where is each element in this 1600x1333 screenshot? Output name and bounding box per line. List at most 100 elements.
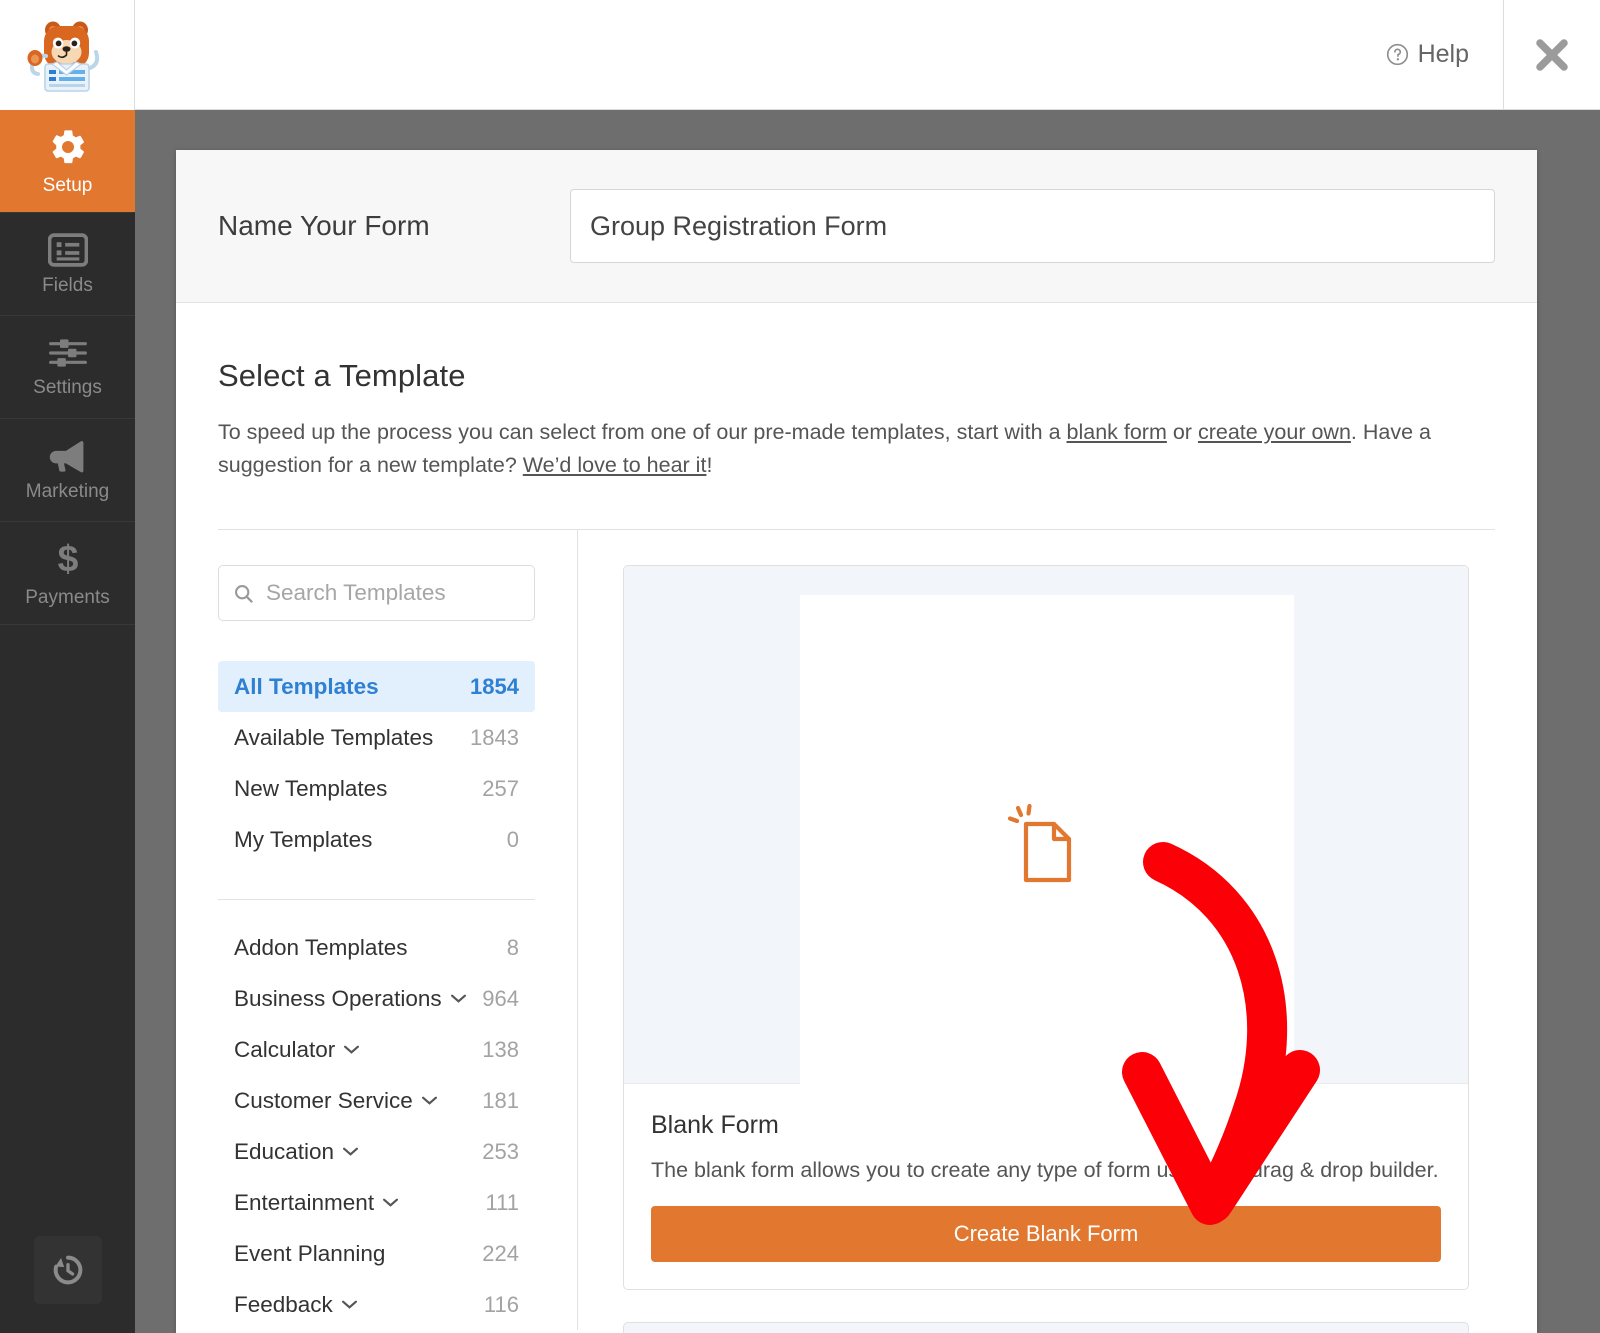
category-count: 1843 [470, 725, 519, 751]
sidebar-item-payments[interactable]: $ Payments [0, 522, 135, 625]
category-label: New Templates [234, 776, 387, 802]
blank-form-link[interactable]: blank form [1067, 420, 1167, 444]
category-entertainment[interactable]: Entertainment 111 [218, 1177, 535, 1228]
gear-icon [48, 127, 88, 167]
form-name-bar: Name Your Form [176, 150, 1537, 303]
category-label: Business Operations [234, 986, 442, 1012]
chevron-down-icon[interactable] [342, 1300, 357, 1309]
search-input[interactable] [266, 580, 511, 606]
question-circle-icon [1386, 43, 1409, 66]
category-label: Customer Service [234, 1088, 413, 1114]
category-label: Entertainment [234, 1190, 374, 1216]
category-feedback[interactable]: Feedback 116 [218, 1279, 535, 1330]
category-my-templates[interactable]: My Templates 0 [218, 814, 535, 865]
chevron-down-icon[interactable] [344, 1045, 359, 1054]
category-count: 0 [507, 827, 519, 853]
category-label: Available Templates [234, 725, 433, 751]
page-title: Select a Template [218, 358, 1495, 394]
category-count: 224 [482, 1241, 519, 1267]
template-chooser: Select a Template To speed up the proces… [176, 303, 1537, 1330]
category-education[interactable]: Education 253 [218, 1126, 535, 1177]
desc-text-1: To speed up the process you can select f… [218, 420, 1067, 444]
sidebar-item-label: Payments [25, 588, 109, 607]
category-new-templates[interactable]: New Templates 257 [218, 763, 535, 814]
megaphone-icon [47, 439, 89, 473]
category-count: 8 [507, 935, 519, 961]
template-card-blank-form[interactable]: Blank Form The blank form allows you to … [623, 565, 1469, 1290]
create-your-own-link[interactable]: create your own [1198, 420, 1351, 444]
category-label: Event Planning [234, 1241, 385, 1267]
wpforms-bear-logo-icon [24, 16, 110, 94]
category-count: 253 [482, 1139, 519, 1165]
template-card-description: The blank form allows you to create any … [651, 1158, 1441, 1183]
chooser-columns: All Templates 1854 Available Templates 1… [218, 530, 1495, 1330]
primary-category-list: All Templates 1854 Available Templates 1… [218, 661, 535, 865]
list-icon [48, 233, 88, 267]
close-builder-button[interactable] [1504, 0, 1600, 110]
category-label: My Templates [234, 827, 372, 853]
search-icon [233, 583, 254, 604]
sidebar-item-settings[interactable]: Settings [0, 316, 135, 419]
chevron-down-icon[interactable] [422, 1096, 437, 1105]
sidebar-item-label: Marketing [26, 482, 109, 501]
header-actions: Help [1386, 0, 1600, 110]
create-blank-form-button[interactable]: Create Blank Form [651, 1206, 1441, 1262]
dollar-icon: $ [54, 539, 82, 579]
category-business-operations[interactable]: Business Operations 964 [218, 973, 535, 1024]
category-label: Feedback [234, 1292, 333, 1318]
chevron-down-icon[interactable] [451, 994, 466, 1003]
category-label: Calculator [234, 1037, 335, 1063]
category-count: 111 [486, 1190, 519, 1216]
category-available-templates[interactable]: Available Templates 1843 [218, 712, 535, 763]
category-divider [218, 899, 535, 900]
category-label: All Templates [234, 674, 379, 700]
sidebar-item-label: Setup [43, 176, 93, 195]
category-event-planning[interactable]: Event Planning 224 [218, 1228, 535, 1279]
sidebar-item-marketing[interactable]: Marketing [0, 419, 135, 522]
template-categories-panel: All Templates 1854 Available Templates 1… [218, 530, 578, 1330]
sliders-icon [47, 337, 89, 369]
category-label: Addon Templates [234, 935, 407, 961]
template-card-info: Blank Form The blank form allows you to … [624, 1084, 1468, 1289]
revision-history-button[interactable] [34, 1236, 102, 1304]
sidebar-item-label: Fields [42, 276, 93, 295]
sidebar-item-fields[interactable]: Fields [0, 213, 135, 316]
category-count: 181 [482, 1088, 519, 1114]
category-label: Education [234, 1139, 334, 1165]
category-calculator[interactable]: Calculator 138 [218, 1024, 535, 1075]
select-template-modal: Name Your Form Select a Template To spee… [176, 150, 1537, 1333]
chevron-down-icon[interactable] [383, 1198, 398, 1207]
help-label: Help [1418, 40, 1469, 69]
wpforms-builder-screen: Help Setup [0, 0, 1600, 1333]
category-all-templates[interactable]: All Templates 1854 [218, 661, 535, 712]
category-addon-templates[interactable]: Addon Templates 8 [218, 922, 535, 973]
help-button[interactable]: Help [1386, 0, 1504, 110]
template-card-title: Blank Form [651, 1111, 1441, 1140]
category-count: 116 [484, 1292, 519, 1318]
suggestion-link[interactable]: We’d love to hear it [523, 453, 707, 477]
category-customer-service[interactable]: Customer Service 181 [218, 1075, 535, 1126]
revision-history-icon [49, 1251, 87, 1289]
category-count: 1854 [470, 674, 519, 700]
desc-text-2: or [1167, 420, 1198, 444]
top-header-bar: Help [0, 0, 1600, 110]
builder-sidebar: Setup Fields [0, 110, 135, 1333]
sidebar-item-setup[interactable]: Setup [0, 110, 135, 213]
secondary-category-list: Addon Templates 8 Business Operations 96… [218, 922, 535, 1330]
template-grid: Blank Form The blank form allows you to … [578, 530, 1495, 1330]
svg-text:$: $ [57, 539, 78, 579]
wpforms-logo [0, 0, 135, 110]
template-card-next[interactable] [623, 1322, 1469, 1333]
form-name-label: Name Your Form [218, 210, 570, 242]
sidebar-item-label: Settings [33, 378, 102, 397]
form-name-input[interactable] [570, 189, 1495, 263]
desc-text-4: ! [706, 453, 712, 477]
chevron-down-icon[interactable] [343, 1147, 358, 1156]
blank-page-icon [1007, 804, 1085, 886]
section-description: To speed up the process you can select f… [218, 416, 1470, 481]
category-count: 138 [482, 1037, 519, 1063]
sidebar-footer [0, 1236, 135, 1304]
category-count: 964 [482, 986, 519, 1012]
search-templates-box[interactable] [218, 565, 535, 621]
template-preview [624, 566, 1468, 1084]
